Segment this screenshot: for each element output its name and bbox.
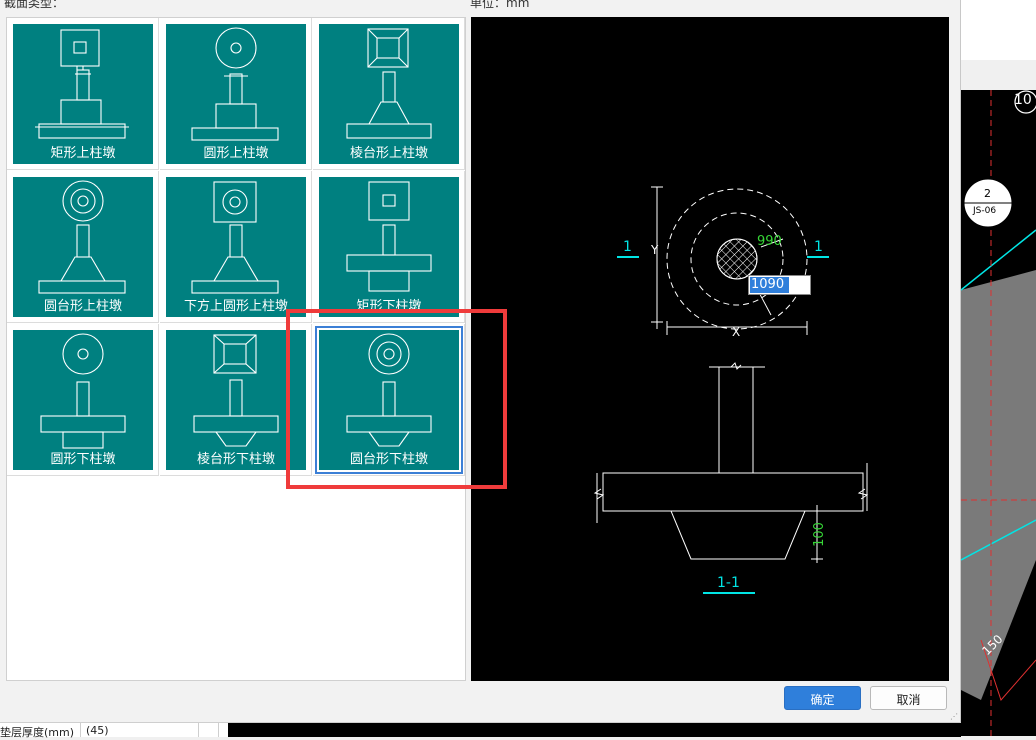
dim-y-label: Y <box>651 243 659 257</box>
tile-rect-lower-pier[interactable]: 矩形下柱墩 <box>313 171 465 323</box>
annotation-highlight-box <box>286 309 507 489</box>
section-preview-canvas[interactable]: 1 1 Y X 990 1090 100 1-1 <box>471 17 949 681</box>
property-panel: 垫层厚度(mm) (45) <box>0 722 961 739</box>
tile-label: 棱台形上柱墩 <box>349 146 428 161</box>
property-label: 垫层厚度(mm) <box>0 726 75 739</box>
section-type-label: 截面类型： <box>4 0 65 10</box>
outer-diameter-input[interactable] <box>748 275 811 295</box>
tile-frustum-upper-pier[interactable]: 棱台形上柱墩 <box>313 18 465 170</box>
tile-square-base-round-top-upper-pier[interactable]: 下方上圆形上柱墩 <box>160 171 312 323</box>
cad-axis-label: 10 <box>1014 92 1032 108</box>
tile-label: 下方上圆形上柱墩 <box>183 299 288 314</box>
tile-rect-upper-pier[interactable]: 矩形上柱墩 <box>7 18 159 170</box>
tile-circle-upper-pier[interactable]: 圆形上柱墩 <box>160 18 312 170</box>
tile-label: 圆形上柱墩 <box>203 146 269 161</box>
cad-tag-code: JS-06 <box>973 206 997 216</box>
tile-label: 圆台形上柱墩 <box>43 299 122 314</box>
cad-background-canvas[interactable]: 10 2 JS-06 150 <box>960 0 1036 736</box>
inner-diameter-label: 990 <box>757 234 782 249</box>
tile-label: 圆形下柱墩 <box>50 452 116 467</box>
unit-label: 单位：mm <box>470 0 530 10</box>
tile-circle-lower-pier[interactable]: 圆形下柱墩 <box>7 324 159 476</box>
section-mark-right: 1 <box>814 239 823 255</box>
cancel-button[interactable]: 取消 <box>870 686 947 710</box>
property-value[interactable]: (45) <box>86 724 109 737</box>
cone-lower-pier-drawing <box>593 186 869 594</box>
section-title: 1-1 <box>717 575 740 591</box>
resize-grip-icon[interactable]: ⋰ <box>950 712 958 721</box>
cad-tag-number: 2 <box>984 187 991 200</box>
tile-frustum-cone-upper-pier[interactable]: 圆台形上柱墩 <box>7 171 159 323</box>
ok-button[interactable]: 确定 <box>784 686 861 710</box>
tile-label: 矩形上柱墩 <box>50 146 116 161</box>
column-pier-section-dialog: 截面类型： 单位：mm 矩形上柱墩 圆形上柱墩 棱台形上柱墩 圆台形上柱墩 下方… <box>0 0 961 722</box>
section-mark-left: 1 <box>623 239 632 255</box>
height-dim-label: 100 <box>811 522 827 547</box>
dim-x-label: X <box>732 325 741 339</box>
tile-label: 棱台形下柱墩 <box>196 452 275 467</box>
